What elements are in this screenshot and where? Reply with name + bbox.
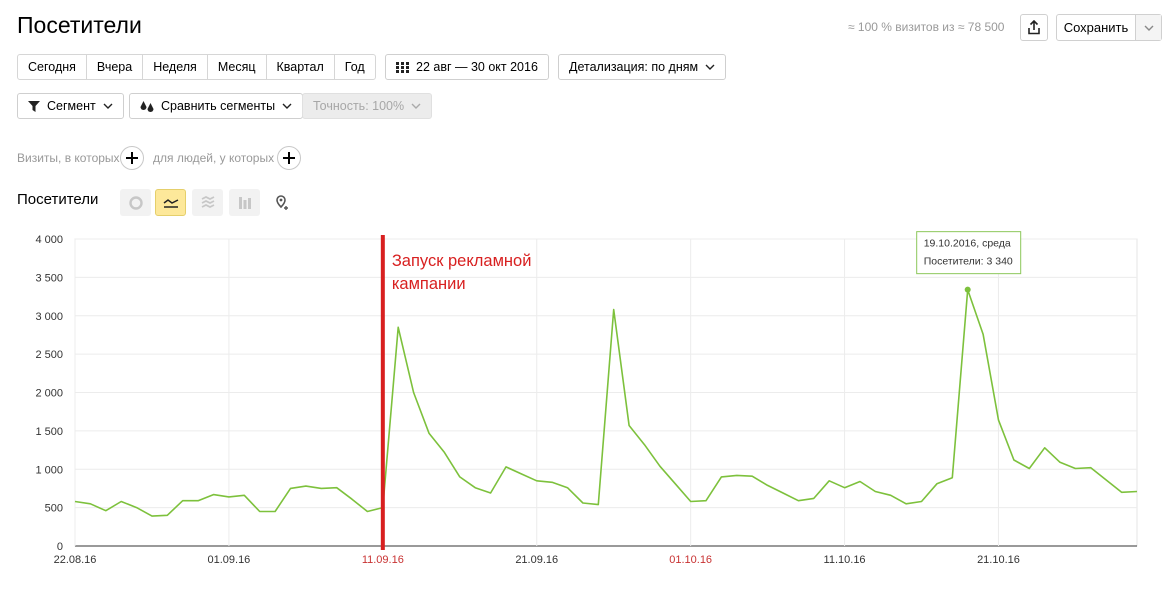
tab-week[interactable]: Неделя (143, 55, 208, 79)
detail-dropdown[interactable]: Детализация: по дням (558, 54, 727, 80)
tab-today[interactable]: Сегодня (18, 55, 87, 79)
share-button[interactable] (1020, 14, 1048, 41)
segment-button[interactable]: Сегмент (17, 93, 124, 119)
y-tick-label: 3 500 (35, 272, 63, 284)
chart-type-bar[interactable] (229, 189, 260, 216)
chart-type-map[interactable] (266, 189, 297, 216)
x-tick-label: 21.09.16 (515, 554, 558, 566)
tooltip: 19.10.2016, среда Посетители: 3 340 (916, 231, 1022, 275)
tab-month[interactable]: Месяц (208, 55, 267, 79)
x-tick-label: 11.09.16 (362, 554, 404, 566)
y-tick-label: 0 (57, 541, 63, 553)
save-button-label: Сохранить (1063, 20, 1129, 35)
add-user-condition-button[interactable] (277, 146, 301, 170)
add-visit-condition-button[interactable] (120, 146, 144, 170)
area-chart-icon (201, 196, 214, 209)
visits-info: ≈ 100 % визитов из ≈ 78 500 (848, 20, 1005, 34)
y-tick-label: 2 500 (35, 349, 63, 361)
page-title: Посетители (17, 12, 142, 38)
compare-segments-button[interactable]: Сравнить сегменты (129, 93, 304, 119)
date-range-button[interactable]: 22 авг — 30 окт 2016 (385, 54, 549, 80)
save-menu-toggle[interactable] (1135, 15, 1161, 40)
pie-chart-icon (128, 195, 143, 210)
x-tick-label: 11.10.16 (824, 554, 866, 566)
tab-yesterday[interactable]: Вчера (87, 55, 144, 79)
date-range-label: 22 авг — 30 окт 2016 (416, 60, 538, 74)
annotation-line-2: кампании (392, 275, 466, 293)
period-tabs: Сегодня Вчера Неделя Месяц Квартал Год (17, 54, 376, 80)
chevron-down-icon (411, 103, 421, 109)
compare-icon (140, 100, 154, 112)
plus-icon (126, 152, 138, 164)
annotation-line-1: Запуск рекламной (392, 252, 532, 270)
x-tick-label: 21.10.16 (977, 554, 1020, 566)
line-chart-icon (163, 198, 178, 208)
chart-title: Посетители (17, 191, 99, 208)
chart-type-line[interactable] (155, 189, 186, 216)
share-icon (1028, 20, 1040, 35)
compare-label: Сравнить сегменты (161, 99, 276, 113)
chevron-down-icon (103, 103, 113, 109)
bar-chart-icon (238, 196, 251, 209)
chevron-down-icon (282, 103, 292, 109)
tab-quarter[interactable]: Квартал (267, 55, 335, 79)
filter-people-label: для людей, у которых (153, 151, 275, 165)
tab-year[interactable]: Год (335, 55, 375, 79)
filter-icon (28, 100, 40, 112)
calendar-icon (396, 61, 409, 73)
chevron-down-icon (705, 64, 715, 70)
y-tick-label: 2 000 (35, 388, 63, 400)
accuracy-dropdown[interactable]: Точность: 100% (302, 93, 433, 119)
x-tick-label: 22.08.16 (54, 554, 97, 566)
map-icon (275, 194, 288, 210)
tooltip-value: Посетители: 3 340 (924, 256, 1013, 268)
peak-point[interactable] (964, 286, 971, 293)
chevron-down-icon (1144, 25, 1153, 31)
chart-type-area[interactable] (192, 189, 223, 216)
tooltip-date: 19.10.2016, среда (924, 238, 1011, 250)
visitors-line-chart: 05001 0001 5002 0002 5003 0003 5004 000 … (35, 231, 1138, 566)
series-line-visitors (74, 288, 1138, 517)
y-tick-label: 3 000 (35, 311, 63, 323)
accuracy-label: Точность: 100% (313, 99, 405, 113)
y-tick-label: 1 000 (35, 464, 63, 476)
y-tick-label: 500 (45, 503, 63, 515)
x-tick-label: 01.09.16 (207, 554, 250, 566)
segment-label: Сегмент (47, 99, 96, 113)
chart-type-pie[interactable] (120, 189, 151, 216)
y-tick-label: 1 500 (35, 426, 63, 438)
filter-visits-label: Визиты, в которых (17, 151, 120, 165)
save-button[interactable]: Сохранить (1056, 14, 1162, 41)
x-tick-label: 01.10.16 (669, 554, 712, 566)
detail-label: Детализация: по дням (569, 60, 699, 74)
plus-icon (283, 152, 295, 164)
y-tick-label: 4 000 (35, 234, 63, 246)
